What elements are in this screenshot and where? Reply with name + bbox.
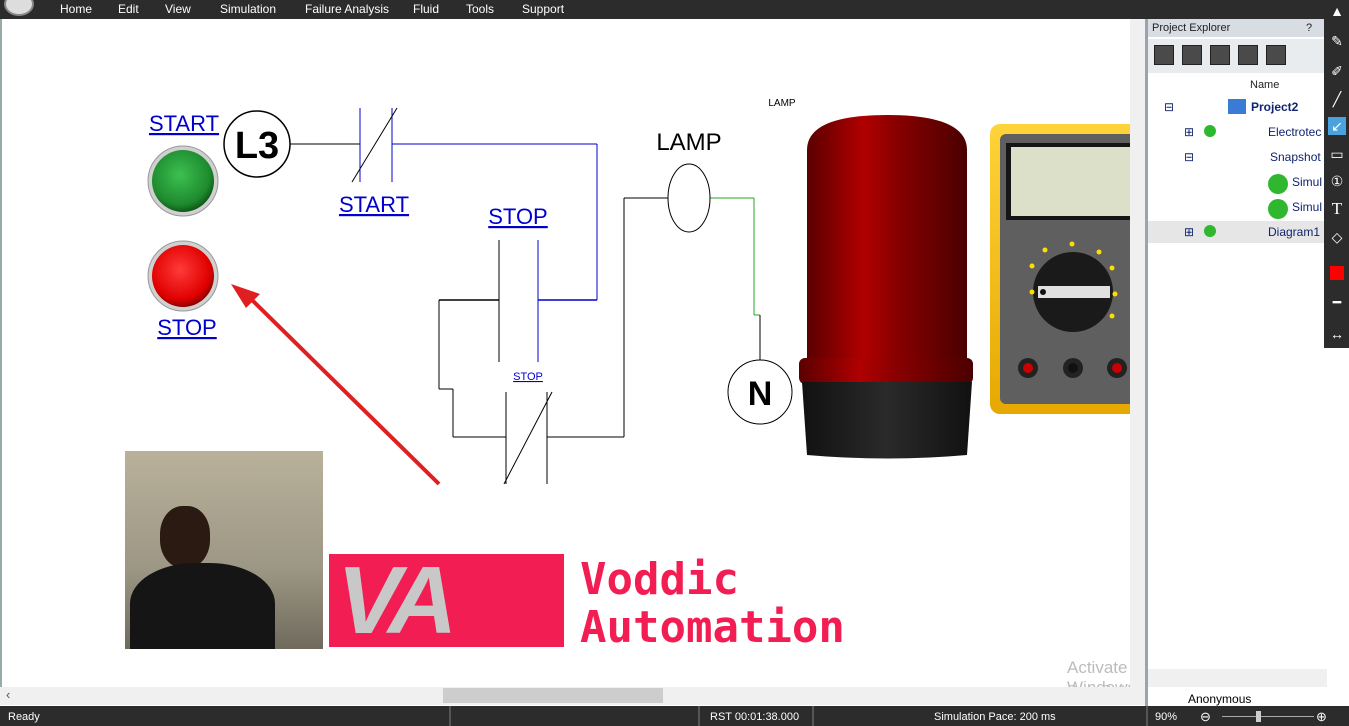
lamp-coil-label: LAMP xyxy=(656,129,721,156)
brand-logo: VA xyxy=(329,554,564,647)
save-icon[interactable] xyxy=(1238,45,1258,65)
tree-item-simul-1[interactable]: Simul xyxy=(1292,175,1322,189)
zoom-in-icon[interactable]: ⊕ xyxy=(1316,709,1327,725)
explorer-toolbar xyxy=(1148,39,1327,73)
line-width-icon[interactable]: ━ xyxy=(1328,293,1346,311)
start-contact-label: START xyxy=(339,192,409,217)
stop-small-label: STOP xyxy=(513,371,543,383)
marker-icon[interactable]: ✐ xyxy=(1328,62,1346,80)
l3-label: L3 xyxy=(235,125,279,167)
tree-expand-icon-2[interactable]: ⊞ xyxy=(1184,225,1194,239)
menu-bar: Home Edit View Simulation Failure Analys… xyxy=(0,0,1324,19)
neutral-label: N xyxy=(748,375,773,413)
start-pushbutton[interactable] xyxy=(147,145,219,217)
rectangle-icon[interactable]: ▭ xyxy=(1328,145,1346,163)
lamp-top-label: LAMP xyxy=(768,98,796,109)
text-tool-icon[interactable]: T xyxy=(1328,200,1346,218)
menu-view[interactable]: View xyxy=(165,2,191,16)
menu-home[interactable]: Home xyxy=(60,2,92,16)
menu-tools[interactable]: Tools xyxy=(466,2,494,16)
stop-contact[interactable] xyxy=(498,240,539,362)
scroll-left-icon[interactable]: ‹ xyxy=(6,687,10,702)
seal-in-contact[interactable] xyxy=(503,391,553,485)
start-contact[interactable] xyxy=(351,107,398,183)
menu-failure-analysis[interactable]: Failure Analysis xyxy=(305,2,389,16)
vertical-scrollbar[interactable] xyxy=(1130,19,1145,687)
open-project-icon[interactable] xyxy=(1182,45,1202,65)
right-toolstrip: ▲ ✎ ✐ ╱ ↙ ▭ ① T ◇ ━ ↔ xyxy=(1324,0,1349,348)
status-simulation-pace: Simulation Pace: 200 ms xyxy=(934,711,1056,723)
multimeter[interactable] xyxy=(990,124,1130,414)
start-button-label: START xyxy=(149,111,219,136)
arrow-tool-icon[interactable]: ↙ xyxy=(1328,117,1346,135)
brand-name-line1: Voddic xyxy=(580,554,739,605)
stop-pushbutton[interactable] xyxy=(147,240,219,312)
diagram-canvas[interactable]: START STOP L3 START STOP STOP LAMP N LAM… xyxy=(0,19,1272,697)
zoom-slider-thumb[interactable] xyxy=(1256,711,1261,722)
line-icon[interactable]: ╱ xyxy=(1328,90,1346,108)
collapse-toolbar-icon[interactable]: ↔ xyxy=(1328,325,1346,343)
user-name: Anonymous xyxy=(1188,692,1252,706)
tree-collapse-icon[interactable]: ⊟ xyxy=(1164,100,1174,114)
project-icon xyxy=(1228,99,1246,114)
pencil-icon[interactable]: ✎ xyxy=(1328,32,1346,50)
eraser-icon[interactable]: ◇ xyxy=(1328,228,1346,246)
counter-icon[interactable]: ① xyxy=(1328,172,1346,190)
simulation-icon-2 xyxy=(1268,199,1288,219)
stop-button-label: STOP xyxy=(157,315,217,340)
status-bar: Ready RST 00:01:38.000 Simulation Pace: … xyxy=(0,706,1349,726)
webcam-overlay xyxy=(125,451,323,649)
brand-logo-text: VA xyxy=(337,554,457,647)
zoom-out-icon[interactable]: ⊖ xyxy=(1200,709,1211,725)
menu-fluid[interactable]: Fluid xyxy=(413,2,439,16)
tree-item-project2[interactable]: Project2 xyxy=(1251,100,1298,114)
status-green-icon xyxy=(1204,125,1216,137)
status-zoom-level: 90% xyxy=(1155,711,1178,723)
tree-item-simul-2[interactable]: Simul xyxy=(1292,200,1322,214)
status-green-icon-2 xyxy=(1204,225,1216,237)
tree-collapse-icon-2[interactable]: ⊟ xyxy=(1184,150,1194,164)
status-rst-time: RST 00:01:38.000 xyxy=(710,711,800,723)
new-project-icon[interactable] xyxy=(1154,45,1174,65)
add-item-icon[interactable] xyxy=(1210,45,1230,65)
tree-item-snapshot[interactable]: Snapshot xyxy=(1270,150,1321,164)
presenter-image xyxy=(160,506,210,568)
brand-name-line2: Automation xyxy=(580,602,845,653)
project-explorer: Project Explorer ? Name ⊟ Project2 ⊞ Ele… xyxy=(1145,19,1327,706)
pointer-icon[interactable]: ▲ xyxy=(1328,2,1346,20)
app-logo-icon[interactable] xyxy=(4,0,34,16)
horizontal-scrollbar[interactable]: ‹ xyxy=(0,687,1145,705)
menu-edit[interactable]: Edit xyxy=(118,2,139,16)
simulation-icon xyxy=(1268,174,1288,194)
close-project-icon[interactable] xyxy=(1266,45,1286,65)
status-ready: Ready xyxy=(8,711,40,723)
stop-contact-label: STOP xyxy=(488,204,548,229)
scroll-thumb[interactable] xyxy=(443,688,663,703)
tree-item-diagram1[interactable]: Diagram1 xyxy=(1268,225,1320,239)
menu-simulation[interactable]: Simulation xyxy=(220,2,276,16)
explorer-help-icon[interactable]: ? xyxy=(1306,22,1312,34)
color-swatch-icon[interactable] xyxy=(1330,266,1344,280)
tree-expand-icon[interactable]: ⊞ xyxy=(1184,125,1194,139)
explorer-hscroll[interactable] xyxy=(1148,669,1327,687)
menu-support[interactable]: Support xyxy=(522,2,564,16)
tree-item-electrotec[interactable]: Electrotec xyxy=(1268,125,1321,139)
lamp-coil[interactable] xyxy=(667,163,711,233)
beacon-lamp[interactable] xyxy=(799,115,973,459)
column-name-header[interactable]: Name xyxy=(1250,79,1279,91)
zoom-slider[interactable] xyxy=(1222,716,1314,717)
explorer-title: Project Explorer xyxy=(1152,22,1231,34)
